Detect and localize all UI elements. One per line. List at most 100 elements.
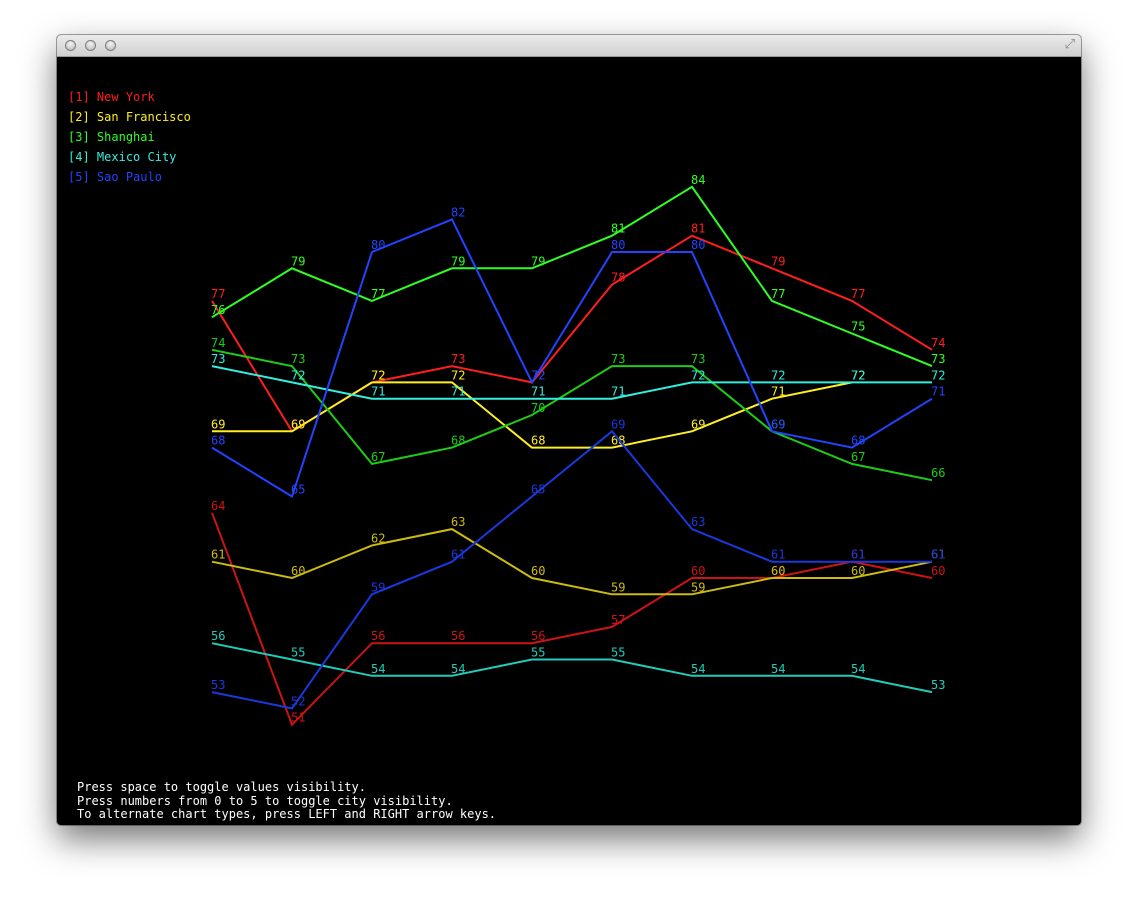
data-label: 71 bbox=[931, 385, 945, 399]
fullscreen-arrows-icon[interactable]: ⤢ bbox=[1065, 38, 1075, 52]
data-label: 65 bbox=[531, 483, 545, 497]
data-label: 79 bbox=[291, 254, 305, 268]
data-label: 73 bbox=[691, 352, 705, 366]
data-label: 68 bbox=[531, 434, 545, 448]
series-mexico-city-high: 73 72 71 71 71 71 72 72 72 72 bbox=[211, 352, 945, 400]
data-label: 59 bbox=[371, 580, 385, 594]
legend-label: San Francisco bbox=[96, 110, 191, 124]
data-label: 73 bbox=[931, 352, 945, 366]
data-label: 68 bbox=[451, 434, 465, 448]
data-label: 75 bbox=[851, 320, 865, 334]
close-button[interactable] bbox=[65, 40, 76, 51]
legend-label: Shanghai bbox=[96, 130, 155, 144]
legend-item-shanghai[interactable]: [3] Shanghai bbox=[68, 127, 191, 147]
help-line: Press numbers from 0 to 5 to toggle city… bbox=[77, 793, 453, 808]
minimize-button[interactable] bbox=[85, 40, 96, 51]
legend-label: Sao Paulo bbox=[96, 170, 162, 184]
legend-key: [1] bbox=[68, 90, 90, 104]
data-label: 80 bbox=[611, 238, 625, 252]
data-label: 66 bbox=[931, 466, 945, 480]
data-label: 55 bbox=[611, 646, 625, 660]
data-label: 64 bbox=[211, 499, 225, 513]
legend-item-mexico-city[interactable]: [4] Mexico City bbox=[68, 147, 191, 167]
data-label: 72 bbox=[851, 368, 865, 382]
data-label: 77 bbox=[371, 287, 385, 301]
help-line: Press space to toggle values visibility. bbox=[77, 780, 366, 794]
data-label: 69 bbox=[291, 417, 305, 431]
series-line bbox=[211, 365, 932, 400]
data-label: 61 bbox=[851, 548, 865, 562]
title-bar[interactable]: ⤢ bbox=[57, 35, 1081, 57]
data-label: 71 bbox=[451, 385, 465, 399]
data-label: 78 bbox=[611, 271, 625, 285]
data-label: 69 bbox=[771, 417, 785, 431]
data-label: 60 bbox=[291, 564, 305, 578]
data-label: 73 bbox=[291, 352, 305, 366]
data-label: 72 bbox=[771, 368, 785, 382]
data-label: 72 bbox=[291, 368, 305, 382]
data-label: 72 bbox=[531, 368, 545, 382]
data-label: 56 bbox=[211, 629, 225, 643]
series-line bbox=[211, 429, 932, 710]
legend-item-sao-paulo[interactable]: [5] Sao Paulo bbox=[68, 167, 191, 187]
legend: [1] New York [2] San Francisco [3] Shang… bbox=[68, 87, 191, 187]
series-mexico-city-low: 56 55 54 54 55 55 54 54 54 53 bbox=[211, 629, 945, 694]
data-label: 73 bbox=[611, 352, 625, 366]
legend-label: Mexico City bbox=[96, 150, 177, 164]
data-label: 55 bbox=[531, 646, 545, 660]
data-label: 79 bbox=[771, 254, 785, 268]
data-label: 82 bbox=[451, 205, 465, 219]
series-shanghai-high: 76 79 77 79 79 81 84 77 75 73 bbox=[211, 173, 945, 368]
data-label: 68 bbox=[851, 434, 865, 448]
data-label: 77 bbox=[851, 287, 865, 301]
data-label: 70 bbox=[531, 401, 545, 415]
help-text: Press space to toggle values visibility.… bbox=[77, 780, 497, 822]
data-label: 74 bbox=[211, 336, 225, 350]
legend-item-san-francisco[interactable]: [2] San Francisco bbox=[68, 107, 191, 127]
data-label: 80 bbox=[371, 238, 385, 252]
data-label: 59 bbox=[691, 580, 705, 594]
legend-label: New York bbox=[96, 90, 155, 104]
series-line bbox=[211, 185, 933, 368]
data-label: 51 bbox=[291, 711, 305, 725]
legend-key: [2] bbox=[68, 110, 90, 124]
legend-key: [4] bbox=[68, 150, 90, 164]
data-label: 71 bbox=[771, 385, 785, 399]
data-label: 73 bbox=[451, 352, 465, 366]
data-label: 61 bbox=[931, 548, 945, 562]
data-label: 62 bbox=[371, 531, 385, 545]
data-label: 60 bbox=[851, 564, 865, 578]
data-label: 56 bbox=[451, 629, 465, 643]
data-label: 65 bbox=[291, 483, 305, 497]
data-label: 54 bbox=[451, 662, 465, 676]
series-san-francisco-low: 61 60 62 63 60 59 59 60 60 61 bbox=[211, 515, 945, 596]
data-label: 53 bbox=[211, 678, 225, 692]
data-label: 57 bbox=[611, 613, 625, 627]
legend-key: [5] bbox=[68, 170, 90, 184]
legend-item-new-york[interactable]: [1] New York bbox=[68, 87, 191, 107]
data-label: 73 bbox=[211, 352, 225, 366]
data-label: 69 bbox=[611, 417, 625, 431]
data-label: 54 bbox=[851, 662, 865, 676]
help-line: To alternate chart types, press LEFT and… bbox=[77, 807, 497, 821]
chart-canvas[interactable]: 77 69 72 73 72 78 81 79 77 74 64 51 56 56 56 57 60 60 61 60… bbox=[57, 57, 1081, 825]
data-label: 84 bbox=[691, 173, 705, 187]
data-label: 52 bbox=[291, 694, 305, 708]
data-label: 71 bbox=[531, 385, 545, 399]
series-line bbox=[211, 512, 933, 727]
zoom-button[interactable] bbox=[105, 40, 116, 51]
data-label: 61 bbox=[451, 548, 465, 562]
data-label: 80 bbox=[691, 238, 705, 252]
data-label: 60 bbox=[531, 564, 545, 578]
data-label: 67 bbox=[371, 450, 385, 464]
data-label: 54 bbox=[371, 662, 385, 676]
data-label: 79 bbox=[451, 254, 465, 268]
series-new-york-low: 64 51 56 56 56 57 60 60 61 60 bbox=[211, 499, 945, 727]
data-label: 71 bbox=[371, 385, 385, 399]
legend-key: [3] bbox=[68, 130, 90, 144]
data-label: 63 bbox=[691, 515, 705, 529]
data-label: 60 bbox=[931, 564, 945, 578]
series-line bbox=[211, 218, 933, 499]
data-label: 72 bbox=[451, 368, 465, 382]
data-label: 77 bbox=[771, 287, 785, 301]
